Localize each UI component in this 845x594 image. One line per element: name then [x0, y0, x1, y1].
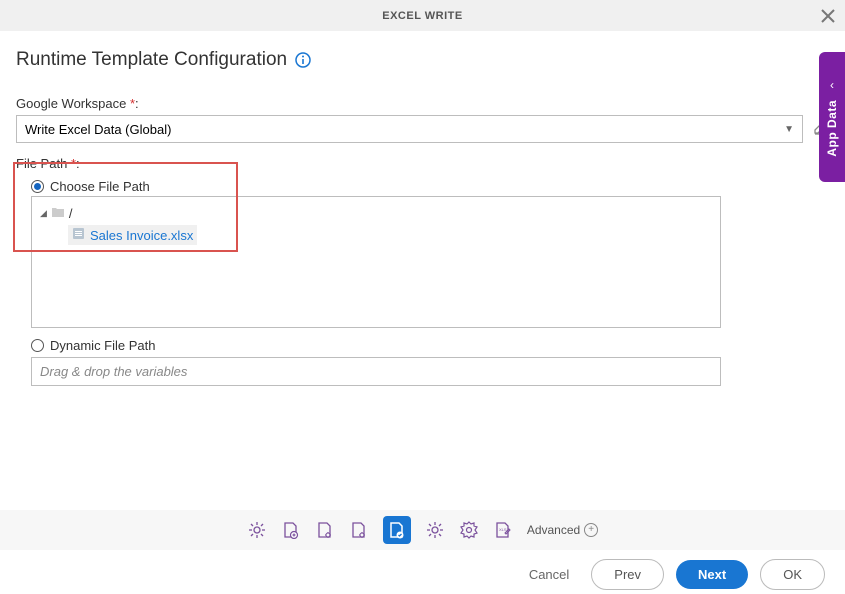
page-check-icon-active[interactable]: [383, 516, 411, 544]
ok-button[interactable]: OK: [760, 559, 825, 590]
prev-button[interactable]: Prev: [591, 559, 664, 590]
dynamic-file-path-input[interactable]: Drag & drop the variables: [31, 357, 721, 386]
dynamic-file-path-radio-row[interactable]: Dynamic File Path: [31, 338, 829, 353]
folder-icon: [51, 206, 65, 221]
page-gear-icon-2[interactable]: [349, 520, 369, 540]
google-workspace-field: Google Workspace *: Write Excel Data (Gl…: [16, 95, 829, 143]
app-data-tab[interactable]: ‹ App Data: [819, 52, 845, 182]
svg-text:XLS: XLS: [499, 527, 507, 532]
choose-file-path-label: Choose File Path: [50, 179, 150, 194]
google-workspace-select[interactable]: Write Excel Data (Global) ▼: [16, 115, 803, 143]
app-data-label: App Data: [825, 100, 839, 157]
next-button[interactable]: Next: [676, 560, 748, 589]
advanced-label: Advanced: [527, 523, 580, 537]
google-workspace-label: Google Workspace *:: [16, 96, 139, 111]
page-plus-icon[interactable]: [281, 520, 301, 540]
choose-file-path-option[interactable]: Choose File Path: [31, 179, 829, 194]
advanced-button[interactable]: Advanced +: [527, 523, 598, 537]
tree-file-row[interactable]: Sales Invoice.xlsx: [68, 225, 197, 245]
page-gear-icon[interactable]: [315, 520, 335, 540]
file-path-label: File Path *:: [16, 156, 80, 171]
dynamic-file-path-label: Dynamic File Path: [50, 338, 155, 353]
file-path-section: File Path *: Choose File Path ◢ / Sales …: [16, 155, 829, 386]
tree-root-label: /: [69, 206, 73, 221]
dynamic-file-path-option: Dynamic File Path Drag & drop the variab…: [16, 338, 829, 386]
close-icon[interactable]: [821, 7, 835, 28]
choose-file-path-radio[interactable]: [31, 180, 44, 193]
file-tree[interactable]: ◢ / Sales Invoice.xlsx: [31, 196, 721, 328]
dynamic-file-path-radio[interactable]: [31, 339, 44, 352]
tree-file-name[interactable]: Sales Invoice.xlsx: [90, 228, 193, 243]
dialog-header: EXCEL WRITE: [0, 0, 845, 31]
page-title-row: Runtime Template Configuration: [16, 49, 829, 71]
toolbar: XLS Advanced +: [0, 510, 845, 550]
cancel-button[interactable]: Cancel: [519, 560, 579, 589]
dialog-title: EXCEL WRITE: [382, 10, 462, 22]
gear-icon[interactable]: [247, 520, 267, 540]
tree-root-row[interactable]: ◢ /: [40, 203, 712, 223]
badge-gear-icon[interactable]: [459, 520, 479, 540]
content-area: Runtime Template Configuration Google Wo…: [0, 31, 845, 386]
file-icon: [72, 227, 85, 243]
caret-down-icon[interactable]: ◢: [40, 208, 47, 219]
plus-circle-icon: +: [584, 523, 598, 537]
chevron-left-icon: ‹: [830, 78, 834, 92]
footer: Cancel Prev Next OK: [0, 554, 845, 594]
google-workspace-value: Write Excel Data (Global): [25, 122, 171, 137]
page-title: Runtime Template Configuration: [16, 49, 287, 71]
xls-edit-icon[interactable]: XLS: [493, 520, 513, 540]
chevron-down-icon: ▼: [784, 124, 794, 135]
info-icon[interactable]: [295, 52, 311, 68]
gear-icon-2[interactable]: [425, 520, 445, 540]
